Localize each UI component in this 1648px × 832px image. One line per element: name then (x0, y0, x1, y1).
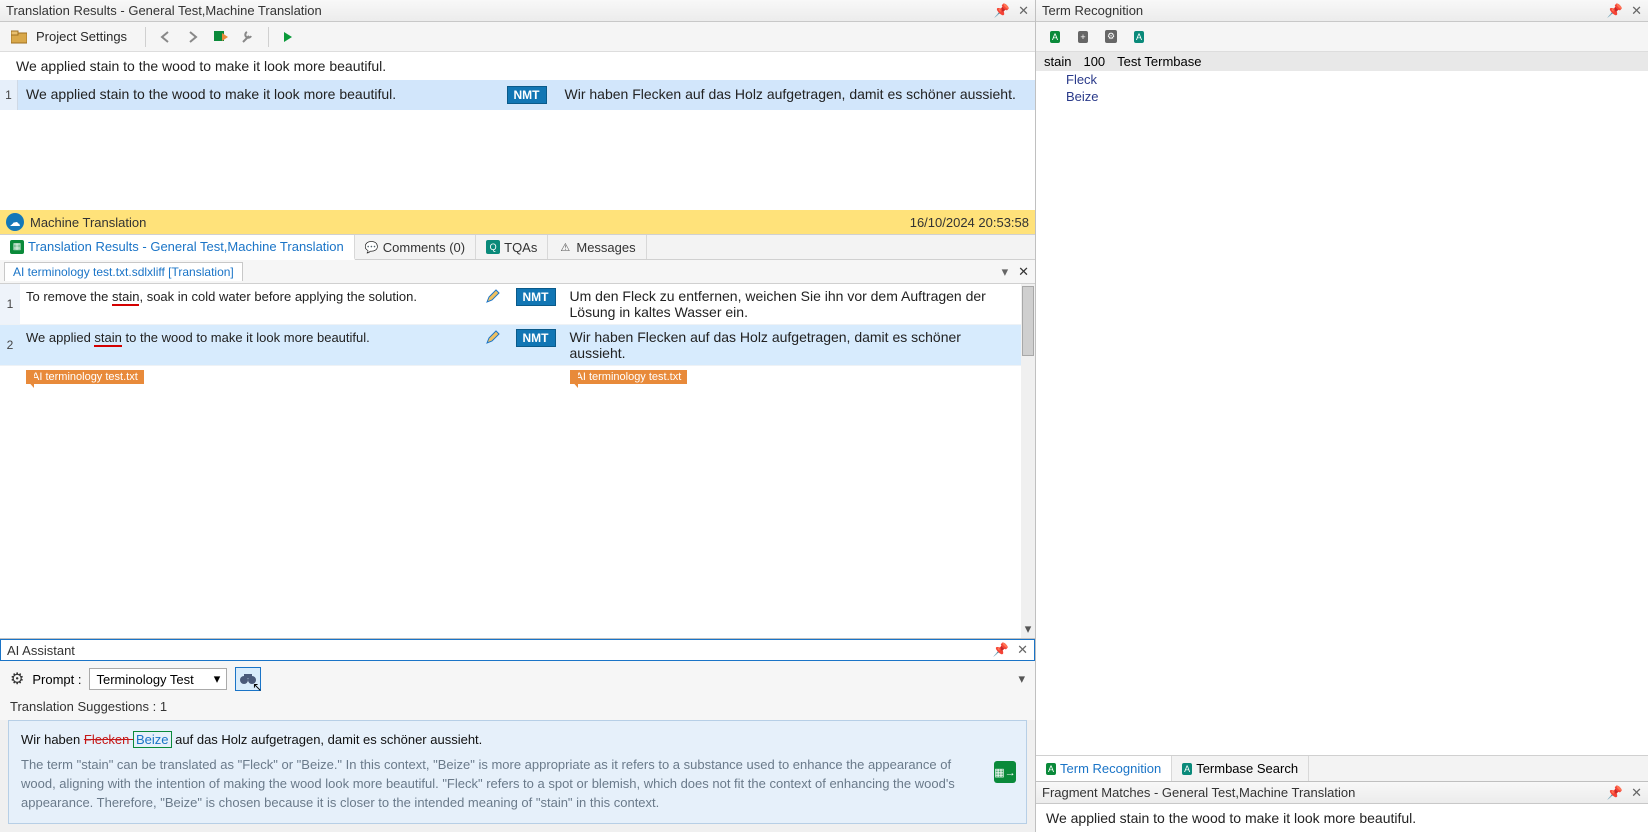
pin-icon[interactable]: 📌 (1607, 3, 1623, 19)
nav-forward-icon[interactable] (182, 26, 204, 48)
segment-row[interactable]: 1 To remove the stain, soak in cold wate… (0, 284, 1035, 325)
pin-icon[interactable]: 📌 (993, 642, 1009, 658)
project-icon[interactable] (8, 26, 30, 48)
mt-timestamp: 16/10/2024 20:53:58 (910, 215, 1029, 230)
translation-results-header: Translation Results - General Test,Machi… (0, 0, 1035, 22)
tab-tqas[interactable]: Q TQAs (476, 235, 548, 259)
tm-row-index: 1 (0, 80, 18, 110)
segment-editor: 1 To remove the stain, soak in cold wate… (0, 284, 1035, 638)
term-target[interactable]: Fleck (1036, 71, 1648, 88)
tqa-icon: Q (486, 240, 500, 254)
tab-messages[interactable]: ⚠ Messages (548, 235, 646, 259)
scroll-thumb[interactable] (1022, 286, 1034, 356)
results-tabs: ▦ Translation Results - General Test,Mac… (0, 234, 1035, 260)
term-score: 100 (1083, 54, 1105, 69)
tab-term-recognition[interactable]: A Term Recognition (1036, 756, 1172, 781)
term-recognition-title: Term Recognition (1042, 3, 1607, 18)
close-icon[interactable]: ✕ (1631, 785, 1642, 801)
segment-source[interactable]: We applied stain to the wood to make it … (20, 325, 478, 365)
results-tab-icon: ▦ (10, 240, 24, 254)
apply-suggestion-button[interactable]: ▦→ (994, 761, 1016, 783)
file-tag: AI terminology test.txt (26, 370, 144, 384)
search-tab-icon: A (1182, 763, 1192, 775)
segment-index: 2 (0, 325, 20, 365)
segment-target[interactable]: Um den Fleck zu entfernen, weichen Sie i… (564, 284, 1022, 324)
ai-assistant-header: AI Assistant 📌 ✕ (0, 639, 1035, 661)
go-icon[interactable] (277, 26, 299, 48)
prompt-label: Prompt : (32, 672, 81, 687)
prompt-select[interactable]: Terminology Test ▾ (89, 668, 227, 690)
fragment-matches-title: Fragment Matches - General Test,Machine … (1042, 785, 1607, 800)
term-view-icon[interactable]: A (1044, 27, 1066, 47)
ai-assistant-title: AI Assistant (7, 643, 993, 658)
suggestions-count: Translation Suggestions : 1 (0, 697, 1035, 720)
fragment-matches-header: Fragment Matches - General Test,Machine … (1036, 782, 1648, 804)
segment-index: 1 (0, 284, 20, 324)
nmt-badge: NMT (516, 288, 556, 306)
translation-results-toolbar: Project Settings (0, 22, 1035, 52)
close-icon[interactable]: ✕ (1017, 642, 1028, 658)
term-tab-icon: A (1046, 763, 1056, 775)
term-settings-icon[interactable]: ⚙ (1100, 27, 1122, 47)
mt-label: Machine Translation (30, 215, 910, 230)
gear-icon[interactable]: ⚙ (10, 669, 24, 689)
tab-translation-results[interactable]: ▦ Translation Results - General Test,Mac… (0, 235, 355, 260)
mt-status-bar: ☁ Machine Translation 16/10/2024 20:53:5… (0, 210, 1035, 234)
doc-close-icon[interactable]: ✕ (1012, 264, 1035, 280)
ai-chevron-down-icon[interactable]: ▾ (1018, 671, 1025, 687)
pin-icon[interactable]: 📌 (994, 3, 1010, 19)
tab-termbase-search[interactable]: A Termbase Search (1172, 756, 1309, 781)
source-sentence: We applied stain to the wood to make it … (0, 52, 1035, 80)
pencil-icon (478, 284, 508, 324)
term-toolbar: A + ⚙ A (1036, 22, 1648, 52)
tm-row-source: We applied stain to the wood to make it … (18, 80, 497, 110)
term-recognition-header: Term Recognition 📌 ✕ (1036, 0, 1648, 22)
project-settings-label[interactable]: Project Settings (36, 29, 127, 44)
suggestion-explanation: The term "stain" can be translated as "F… (21, 756, 1014, 813)
ai-suggestion: Wir haben Flecken Beize auf das Holz auf… (8, 720, 1027, 824)
tm-result-row[interactable]: 1 We applied stain to the wood to make i… (0, 80, 1035, 110)
comments-icon: 💬 (365, 240, 379, 254)
close-icon[interactable]: ✕ (1018, 3, 1029, 19)
translation-results-title: Translation Results - General Test,Machi… (6, 3, 994, 18)
chevron-down-icon: ▾ (214, 671, 221, 687)
pin-icon[interactable]: 📌 (1607, 785, 1623, 801)
segment-row[interactable]: 2 We applied stain to the wood to make i… (0, 325, 1035, 366)
tm-row-target: Wir haben Flecken auf das Holz aufgetrag… (557, 80, 1036, 110)
nav-back-icon[interactable] (154, 26, 176, 48)
cloud-icon: ☁ (6, 213, 24, 231)
messages-icon: ⚠ (558, 240, 572, 254)
tools-icon[interactable] (238, 26, 260, 48)
term-add-icon[interactable]: + (1072, 27, 1094, 47)
fragment-text: We applied stain to the wood to make it … (1036, 804, 1648, 832)
doc-chevron-down-icon[interactable]: ▾ (998, 264, 1013, 280)
term-target[interactable]: Beize (1036, 88, 1648, 105)
nmt-badge: NMT (507, 86, 547, 104)
document-tab-row: AI terminology test.txt.sdlxliff [Transl… (0, 260, 1035, 284)
term-termbase: Test Termbase (1117, 54, 1201, 69)
cursor-icon: ↖ (252, 680, 262, 694)
segment-target[interactable]: Wir haben Flecken auf das Holz aufgetrag… (564, 325, 1022, 365)
term-bottom-tabs: A Term Recognition A Termbase Search (1036, 755, 1648, 781)
tab-comments[interactable]: 💬 Comments (0) (355, 235, 476, 259)
editor-scrollbar[interactable]: ▾ (1021, 284, 1035, 638)
apply-icon[interactable] (210, 26, 232, 48)
term-options-icon[interactable]: A (1128, 27, 1150, 47)
segment-source[interactable]: To remove the stain, soak in cold water … (20, 284, 478, 324)
document-tab[interactable]: AI terminology test.txt.sdlxliff [Transl… (4, 262, 243, 281)
term-source: stain (1044, 54, 1071, 69)
term-entry-row[interactable]: stain 100 Test Termbase (1036, 52, 1648, 71)
scroll-down-icon[interactable]: ▾ (1022, 622, 1034, 636)
pencil-icon (478, 325, 508, 365)
run-ai-button[interactable]: ↖ (235, 667, 261, 691)
ai-toolbar: ⚙ Prompt : Terminology Test ▾ ↖ ▾ (0, 661, 1035, 697)
nmt-badge: NMT (516, 329, 556, 347)
suggestion-text: Wir haben Flecken Beize auf das Holz auf… (21, 731, 1014, 748)
file-tag: AI terminology test.txt (570, 370, 688, 384)
close-icon[interactable]: ✕ (1631, 3, 1642, 19)
